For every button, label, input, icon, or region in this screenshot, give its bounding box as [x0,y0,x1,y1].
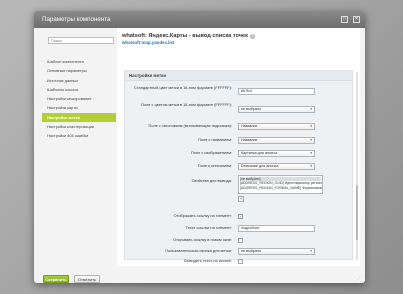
field-desc-row: Поле с описанием: Описание для анонса ▾ [125,163,354,171]
field-color-row: Поле с цветом метки в 16-ном формате (FF… [125,101,354,113]
section-title: Настройки метки [125,71,352,81]
field-title-label: Поле с заголовком (всплывающая подсказка… [148,123,233,128]
sidebar-item-link-templates[interactable]: Шаблоны ссылок [42,85,116,94]
props-option[interactable]: [ADDRESS_REGION_GUID] Идентификатор реги… [240,181,322,186]
field-desc-select[interactable]: Описание для анонса ▾ [238,163,315,170]
cancel-button[interactable]: Отменить [74,275,100,283]
sidebar-item-template[interactable]: Шаблон компонента [42,57,116,66]
field-title-select[interactable]: Название ▾ [238,123,315,130]
chevron-down-icon: ▾ [310,249,312,253]
add-property-button[interactable]: + [238,196,244,202]
component-code-link[interactable]: whatsoft:map.yandex.list [122,40,174,45]
field-title-value: Название [241,124,258,128]
field-image-label: Поле с изображением: [190,150,232,155]
show-text-checkbox[interactable] [238,259,243,264]
field-desc-value: Описание для анонса [241,164,279,168]
field-name-label: Поле с названием: [198,137,232,142]
custom-icon-label: Пользовательская иконка для метки: [165,248,232,253]
chevron-down-icon: ▾ [310,151,312,155]
field-name-select[interactable]: Название ▾ [238,137,315,144]
sidebar-nav: Шаблон компонента Основные параметры Ист… [42,57,116,141]
component-title-text: whatsoft: Яндекс.Карты - вывод списка то… [122,33,248,39]
close-icon[interactable]: ✕ [353,16,360,23]
show-text-label: Выводить текст на иконке: [184,258,232,263]
link-text-label: Текст ссылки на элемент: [185,225,232,230]
std-color-label: Стандартный цвет метки в 16-ном формате … [134,85,232,90]
chevron-down-icon: ▾ [310,164,312,168]
field-title-row: Поле с заголовком (всплывающая подсказка… [125,123,354,131]
link-text-input[interactable]: подробнее [238,225,315,232]
expand-icon[interactable]: □ [341,16,348,23]
props-control: (не выбрано) [ADDRESS_REGION_GUID] Идент… [238,175,323,202]
new-window-label: Открывать ссылку в новом окне: [173,237,232,242]
chevron-down-icon: ▾ [310,124,312,128]
info-icon[interactable]: i [249,33,255,39]
field-name-row: Поле с названием: Название ▾ [125,137,354,145]
chevron-down-icon: ▾ [310,138,312,142]
dialog-title: Параметры компонента [42,16,111,23]
field-color-value: не выбрано [241,107,262,111]
component-title: whatsoft: Яндекс.Карты - вывод списка то… [122,33,255,39]
dialog-titlebar[interactable]: Параметры компонента □ ✕ [34,11,365,28]
sidebar-item-data-source[interactable]: Источник данных [42,76,116,85]
sidebar-item-map-settings[interactable]: Настройки карты [42,103,116,112]
field-image-value: Картинка для анонса [241,151,278,155]
resize-grip-icon[interactable]: ⋰ [357,275,362,281]
field-desc-label: Поле с описанием: [197,163,232,168]
field-color-select[interactable]: не выбрано ▾ [238,106,315,113]
sidebar-item-caching[interactable]: Настройки кеширования [42,94,116,103]
chevron-down-icon: ▾ [310,107,312,111]
save-button[interactable]: Сохранить [43,275,69,283]
field-image-row: Поле с изображением: Картинка для анонса… [125,150,354,158]
content-scrollbar[interactable] [355,72,358,260]
show-link-label: Отображать ссылку на элемент: [173,213,232,218]
custom-icon-value: не выбрано [241,249,262,253]
field-image-select[interactable]: Картинка для анонса ▾ [238,150,315,157]
main-content: whatsoft: Яндекс.Карты - вывод списка то… [117,28,360,266]
sidebar-item-clustering[interactable]: Настройки кластеризации [42,122,116,131]
sidebar-item-404[interactable]: Настройки 404 ошибки [42,131,116,140]
component-settings-dialog: Параметры компонента □ ✕ Поиск Шаблон ко… [34,11,365,283]
search-input[interactable]: Поиск [48,37,114,44]
show-link-checkbox[interactable]: ✓ [238,214,243,219]
new-window-checkbox[interactable] [238,238,243,243]
dialog-footer: Сохранить Отменить ⋰ [34,269,365,283]
std-color-input[interactable]: 6b7fc4 [238,88,315,95]
scrollbar-thumb[interactable] [355,185,358,240]
field-name-value: Название [241,138,258,142]
props-option[interactable]: [ADDRESS_REGION_FORMAL_NAME] Формализова… [240,186,322,191]
sidebar-item-marker-settings[interactable]: Настройки метки [42,112,116,123]
sidebar: Поиск Шаблон компонента Основные парамет… [42,34,116,266]
custom-icon-select[interactable]: не выбрано ▾ [238,248,315,255]
custom-icon-row: Пользовательская иконка для метки: не вы… [125,248,354,256]
sidebar-item-main-params[interactable]: Основные параметры [42,66,116,75]
props-label: Свойства для вывода: [191,178,232,183]
field-color-label: Поле с цветом метки в 16-ном формате (FF… [141,102,232,107]
props-multiselect[interactable]: (не выбрано) [ADDRESS_REGION_GUID] Идент… [238,175,323,194]
marker-settings-section: Настройки метки Стандартный цвет метки в… [124,70,354,264]
